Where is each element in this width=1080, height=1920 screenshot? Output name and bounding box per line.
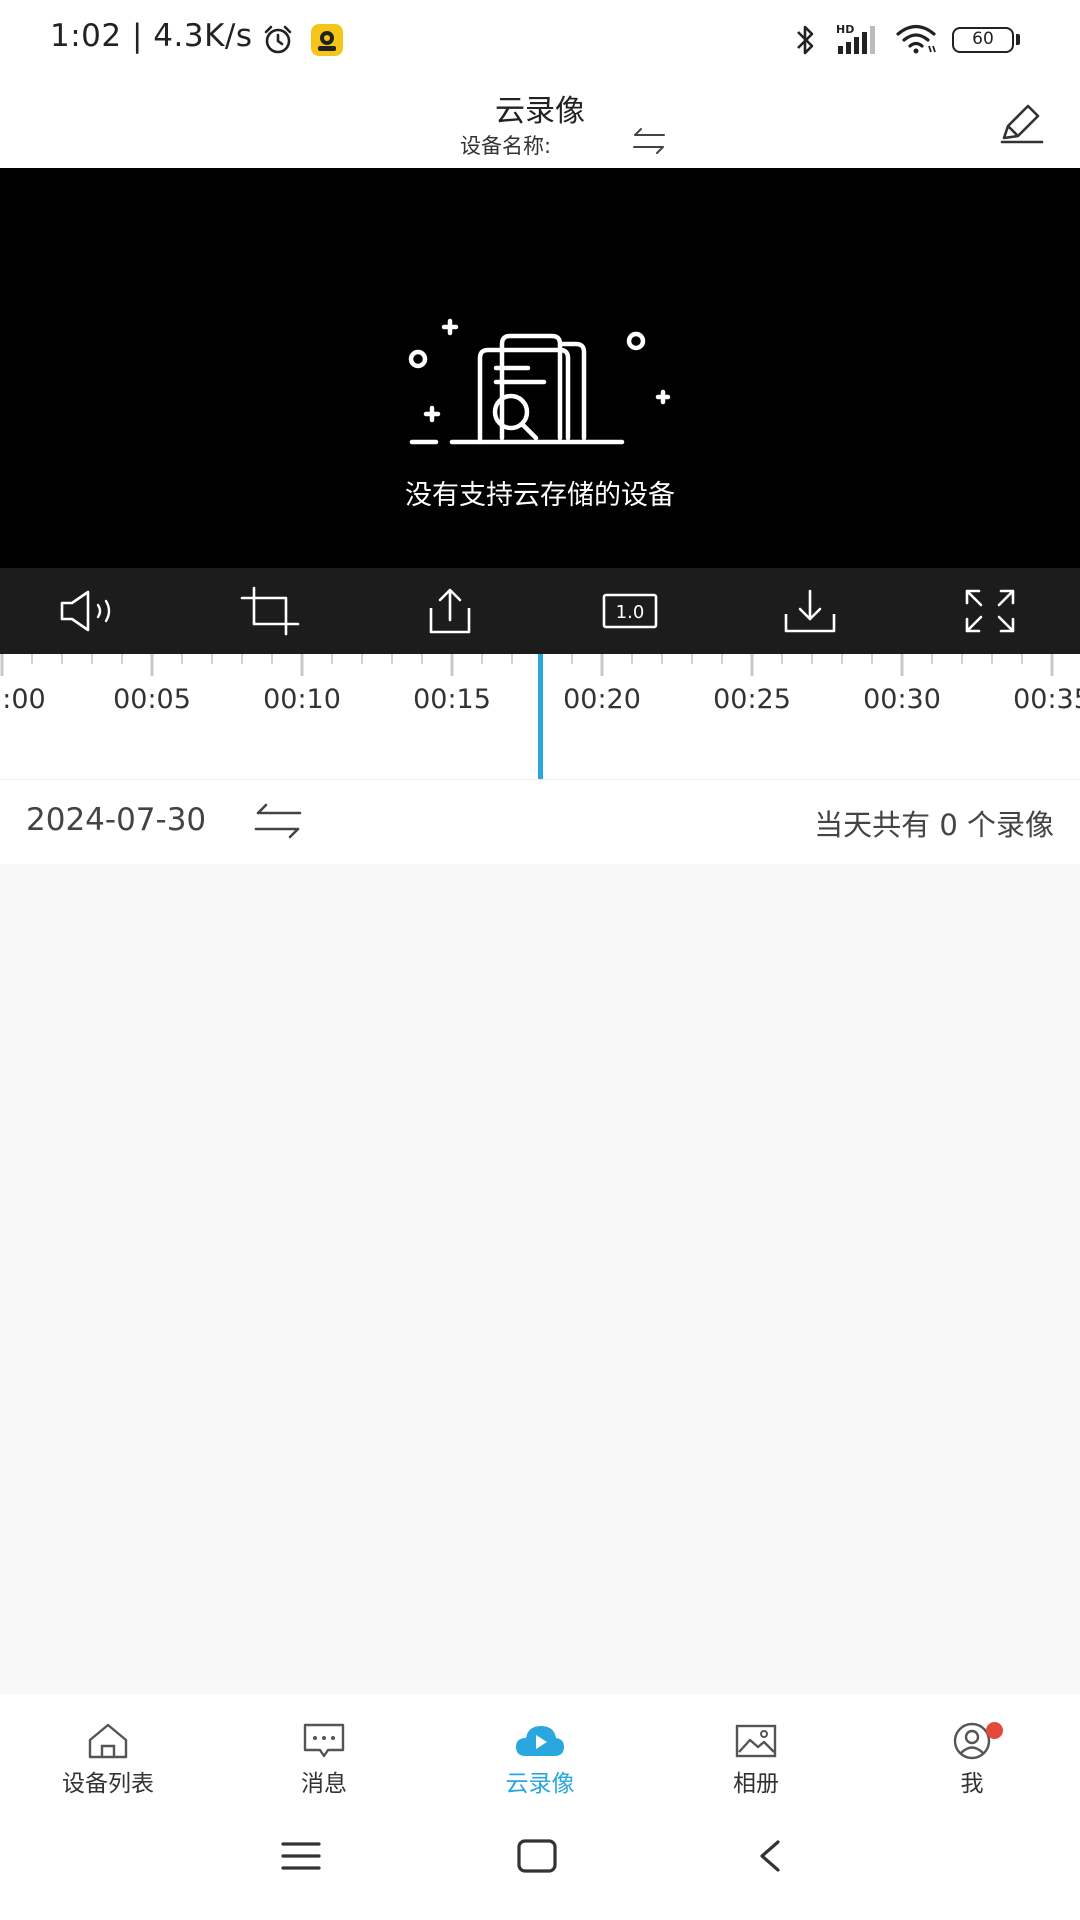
- date-selector[interactable]: 2024-07-30: [26, 802, 206, 838]
- crop-button[interactable]: [180, 568, 360, 654]
- timeline-label: 00:15: [413, 684, 491, 715]
- share-icon: [429, 588, 471, 634]
- nav-cloud-recording[interactable]: 云录像: [432, 1694, 648, 1810]
- notification-dot: [986, 1722, 1003, 1739]
- timeline-label: 00:35: [1013, 684, 1080, 715]
- battery-icon: 60: [952, 27, 1014, 53]
- app-notification-icon: [311, 24, 343, 56]
- nav-label: 我: [960, 1771, 984, 1797]
- edit-icon[interactable]: [996, 98, 1046, 148]
- date-row: 2024-07-30 当天共有 0 个录像: [0, 780, 1080, 864]
- wifi-icon: [896, 24, 936, 54]
- svg-text:HD: HD: [836, 23, 854, 36]
- system-nav-bar: [0, 1810, 1080, 1920]
- no-device-illustration-icon: [408, 318, 671, 445]
- battery-tip: [1016, 34, 1020, 45]
- timeline-cursor[interactable]: [538, 654, 543, 779]
- home-icon: [88, 1723, 128, 1759]
- speed-label: 1.0: [616, 602, 645, 623]
- nav-device-list[interactable]: 设备列表: [0, 1694, 216, 1810]
- timeline-label: 00:05: [113, 684, 191, 715]
- alarm-icon: [264, 25, 292, 54]
- player-toolbar: 1.0: [0, 568, 1080, 654]
- bluetooth-icon: [797, 25, 814, 55]
- timeline-label: 00:30: [863, 684, 941, 715]
- speed-icon: 1.0: [602, 593, 658, 629]
- speed-button[interactable]: 1.0: [540, 568, 720, 654]
- empty-message: 没有支持云存储的设备: [405, 480, 675, 511]
- download-button[interactable]: [720, 568, 900, 654]
- nav-label: 云录像: [505, 1771, 575, 1797]
- share-button[interactable]: [360, 568, 540, 654]
- mute-button[interactable]: [0, 568, 180, 654]
- menu-icon[interactable]: [280, 1838, 322, 1874]
- video-player[interactable]: 没有支持云存储的设备: [0, 168, 1080, 568]
- switch-date-icon[interactable]: [252, 800, 304, 842]
- timeline-label: :00: [2, 684, 46, 715]
- album-icon: [735, 1724, 777, 1758]
- timeline-label: 00:25: [713, 684, 791, 715]
- bottom-nav: 设备列表 消息 云录像 相册 我: [0, 1694, 1080, 1810]
- nav-label: 消息: [301, 1771, 347, 1797]
- nav-me[interactable]: 我: [864, 1694, 1080, 1810]
- fullscreen-icon: [965, 589, 1015, 633]
- timeline[interactable]: :00 00:05 00:10 00:15 00:20 00:25 00:30 00:35: [0, 654, 1080, 780]
- header: 云录像 设备名称:: [0, 78, 1080, 168]
- cloud-play-icon: [516, 1726, 564, 1756]
- page-title: 云录像: [495, 94, 585, 129]
- speaker-icon: [60, 590, 111, 632]
- nav-messages[interactable]: 消息: [216, 1694, 432, 1810]
- recording-count: 当天共有 0 个录像: [814, 808, 1054, 842]
- status-time: 1:02 | 4.3K/s: [50, 18, 253, 54]
- nav-label: 相册: [733, 1771, 779, 1797]
- timeline-label: 00:10: [263, 684, 341, 715]
- crop-icon: [240, 586, 300, 636]
- recording-list: [0, 864, 1080, 1694]
- message-icon: [303, 1723, 345, 1758]
- switch-device-icon[interactable]: [630, 126, 668, 156]
- hd-signal-icon: HD: [836, 23, 875, 54]
- fullscreen-button[interactable]: [900, 568, 1080, 654]
- nav-label: 设备列表: [62, 1771, 154, 1797]
- device-name-label: 设备名称:: [460, 134, 552, 158]
- status-bar: 1:02 | 4.3K/s HD 60: [0, 0, 1080, 78]
- timeline-label: 00:20: [563, 684, 641, 715]
- nav-album[interactable]: 相册: [648, 1694, 864, 1810]
- back-icon[interactable]: [754, 1838, 784, 1874]
- download-icon: [784, 589, 836, 633]
- home-square-icon[interactable]: [516, 1838, 558, 1874]
